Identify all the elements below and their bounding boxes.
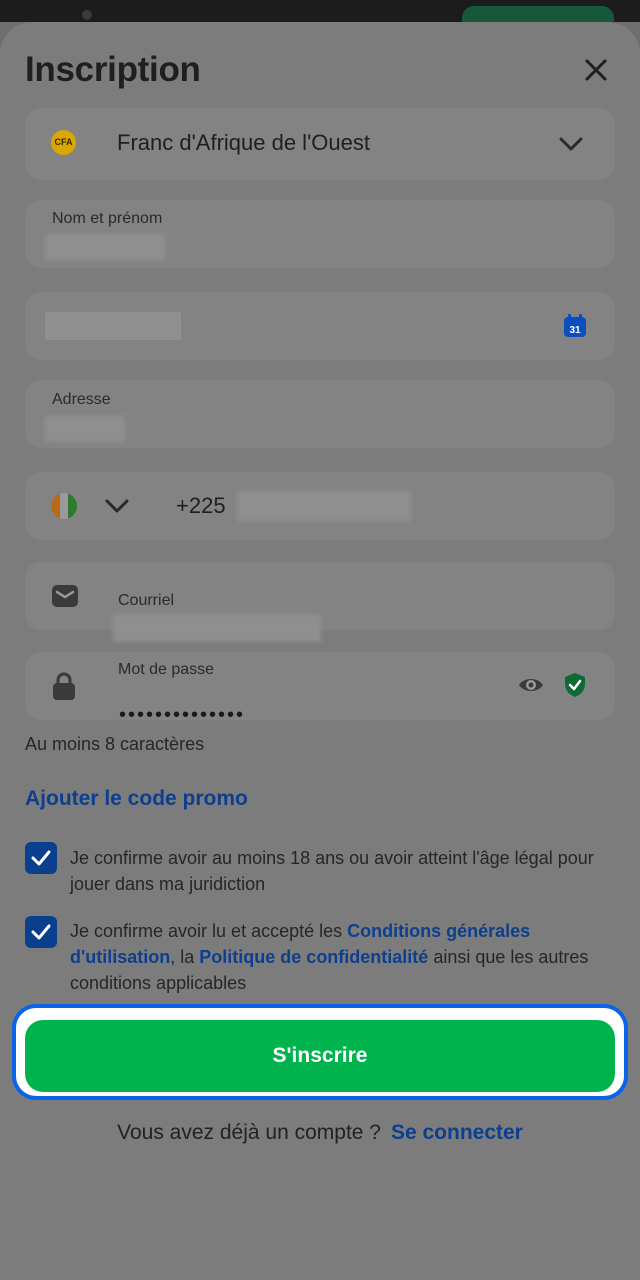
age-consent-text: Je confirme avoir au moins 18 ans ou avo… — [70, 848, 594, 894]
email-field-label: Courriel — [118, 592, 175, 609]
currency-value: Franc d'Afrique de l'Ouest — [117, 130, 370, 155]
status-bar — [0, 0, 640, 36]
email-field[interactable]: Courriel — [25, 562, 615, 642]
password-field[interactable]: Mot de passe •••••••••••••• — [25, 652, 615, 726]
terms-consent-checkbox[interactable] — [25, 916, 57, 948]
register-button[interactable]: S'inscrire — [25, 1020, 615, 1092]
address-redacted-value — [45, 416, 125, 442]
password-hint: Au moins 8 caractères — [25, 734, 205, 754]
calendar-icon[interactable]: 31 — [563, 314, 587, 338]
eye-icon[interactable] — [518, 674, 544, 696]
check-icon — [31, 924, 51, 940]
close-icon[interactable] — [580, 54, 612, 86]
phone-redacted-value — [237, 491, 411, 521]
check-icon — [31, 850, 51, 866]
envelope-icon — [52, 584, 78, 608]
birthdate-field[interactable]: 31 — [25, 292, 615, 360]
registration-sheet: Inscription CFA Franc d'Afrique de l'Oue… — [0, 22, 640, 1280]
terms-consent-prefix: Je confirme avoir lu et accepté les — [70, 921, 348, 941]
lock-icon — [53, 672, 75, 700]
chevron-down-icon — [559, 137, 583, 151]
terms-consent-middle: , la — [170, 947, 200, 967]
name-field-label: Nom et prénom — [52, 210, 163, 227]
phone-field[interactable]: +225 — [25, 472, 615, 540]
country-chevron-down-icon[interactable] — [103, 496, 131, 516]
address-field[interactable]: Adresse — [25, 380, 615, 448]
phone-dial-code: +225 — [176, 493, 226, 518]
password-masked-value: •••••••••••••• — [119, 704, 246, 726]
address-field-label: Adresse — [52, 391, 111, 408]
birthdate-redacted-value — [45, 312, 181, 340]
password-field-label: Mot de passe — [118, 661, 215, 678]
name-field-redacted-value — [45, 234, 165, 260]
login-question: Vous avez déjà un compte ? — [117, 1121, 381, 1144]
cfa-currency-icon: CFA — [51, 130, 76, 155]
currency-select[interactable]: CFA Franc d'Afrique de l'Ouest — [25, 108, 615, 180]
ivory-coast-flag-icon[interactable] — [51, 493, 77, 519]
age-consent-checkbox[interactable] — [25, 842, 57, 874]
add-promo-code-link[interactable]: Ajouter le code promo — [25, 787, 248, 811]
privacy-policy-link[interactable]: Politique de confidentialité — [199, 947, 428, 967]
name-field[interactable]: Nom et prénom — [25, 200, 615, 268]
camera-dot — [82, 10, 92, 20]
page-title: Inscription — [25, 50, 201, 89]
email-redacted-value — [113, 614, 321, 642]
terms-consent-text: Je confirme avoir lu et accepté les Cond… — [70, 918, 600, 996]
login-link[interactable]: Se connecter — [391, 1121, 523, 1144]
svg-text:31: 31 — [569, 325, 581, 336]
login-prompt: Vous avez déjà un compte ? Se connecter — [0, 1121, 640, 1145]
shield-check-icon — [564, 672, 586, 698]
